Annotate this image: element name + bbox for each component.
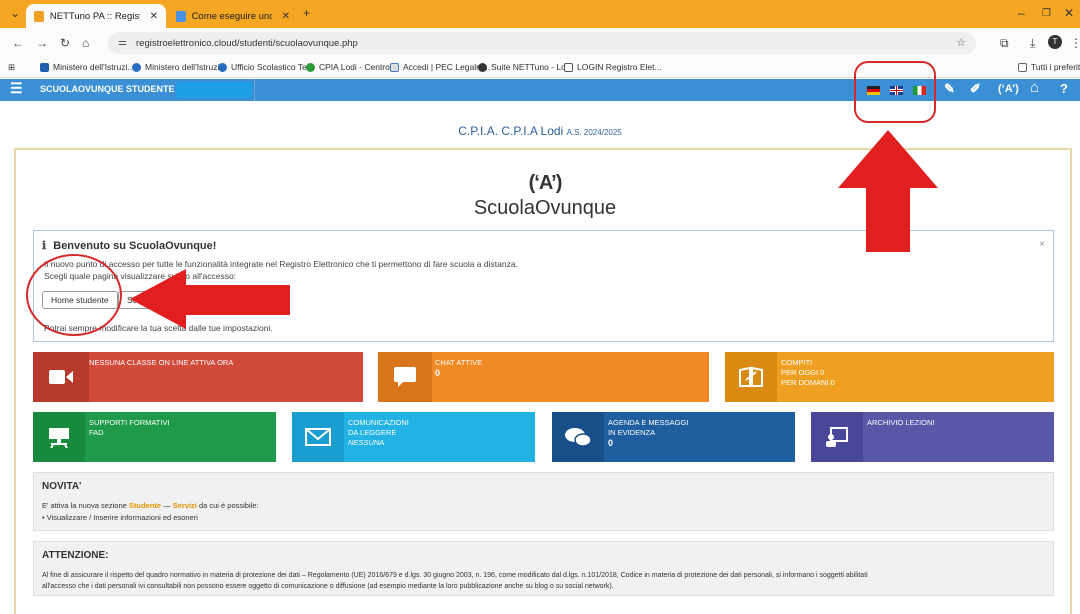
home-button-highlight-circle [26, 254, 122, 336]
tile-text: COMUNICAZIONI DA LEGGERE NESSUNA [348, 418, 409, 447]
extensions-icon[interactable]: ⧉ [1000, 36, 1009, 51]
browser-tab-bar: ⌄ NETTuno PA :: Registro Elettroni ✕ Com… [0, 0, 1080, 28]
tile-text: COMPITI PER OGGI 0 PER DOMANI 0 [781, 358, 835, 387]
cpia-favicon-icon [306, 62, 315, 72]
novita-heading: NOVITA' [42, 481, 82, 492]
video-camera-icon [33, 352, 89, 402]
edit-icon[interactable]: ✐ [970, 81, 981, 97]
novita-text: E' attiva la nuova sezione Studente — Se… [42, 501, 259, 510]
suite-favicon-icon [478, 62, 487, 72]
red-arrow-left-annotation [130, 269, 290, 329]
servizi-link[interactable]: Servizi [173, 501, 197, 510]
speech-bubbles-icon [552, 412, 604, 462]
tile-text: CHAT ATTIVE 0 [435, 358, 483, 378]
all-bookmarks[interactable]: Tutti i preferiti [1018, 62, 1080, 72]
welcome-heading: ℹ Benvenuto su ScuolaOvunque! [42, 240, 217, 252]
tile-agenda-messaggi[interactable]: AGENDA E MESSAGGI IN EVIDENZA 0 [552, 412, 795, 462]
attenzione-heading: ATTENZIONE: [42, 550, 109, 561]
bookmark-item[interactable]: Accedi | PEC Legalm... [390, 62, 490, 72]
close-window-icon[interactable]: ✕ [1064, 6, 1074, 20]
bookmark-item[interactable]: Suite NETTuno - Lo... [478, 62, 573, 72]
browser-menu-icon[interactable]: ⋮ [1070, 36, 1080, 50]
tab-label: Come eseguire uno screenshot [191, 10, 272, 22]
school-year: A.S. 2024/2025 [566, 128, 622, 137]
info-icon: ℹ [42, 240, 47, 252]
logo-name: ScuolaOvunque [473, 197, 617, 219]
welcome-text-1: Il nuovo punto di accesso per tutte le f… [44, 259, 518, 269]
chat-bubble-icon [378, 352, 432, 402]
usr-favicon-icon [218, 62, 227, 72]
bookmark-item[interactable]: Ufficio Scolastico Te... [218, 62, 314, 72]
minimize-icon[interactable]: – [1018, 6, 1025, 20]
tile-text: SUPPORTI FORMATIVI FAD [89, 418, 170, 437]
nettuno-favicon-icon [34, 10, 44, 22]
page-favicon-icon [176, 10, 186, 22]
tile-supporti-formativi[interactable]: SUPPORTI FORMATIVI FAD [33, 412, 276, 462]
tile-archivio-lezioni[interactable]: ARCHIVIO LEZIONI [811, 412, 1054, 462]
divider [254, 79, 255, 101]
url-bar[interactable]: ⚌ registroelettronico.cloud/studenti/scu… [108, 32, 976, 54]
flags-highlight-circle [854, 61, 936, 123]
download-icon[interactable]: ⤓ [1030, 36, 1035, 51]
browser-toolbar: ← → ↻ ⌂ ⚌ registroelettronico.cloud/stud… [0, 28, 1080, 58]
pec-favicon-icon [390, 62, 399, 72]
attenzione-text-2: all'accesso che i dati personali ivi con… [42, 583, 614, 590]
tab-registro[interactable]: NETTuno PA :: Registro Elettroni ✕ [26, 4, 166, 28]
new-tab-icon[interactable]: + [303, 6, 310, 20]
bookmark-item[interactable]: LOGIN Registro Elet... [564, 62, 662, 72]
tile-text: AGENDA E MESSAGGI IN EVIDENZA 0 [608, 418, 689, 448]
school-name: C.P.I.A. C.P.I.A Lodi [458, 124, 564, 138]
tile-text: NESSUNA CLASSE ON LINE ATTIVA ORA [89, 358, 234, 367]
tile-chat-attive[interactable]: CHAT ATTIVE 0 [378, 352, 709, 402]
chat-count: 0 [435, 368, 441, 378]
home-icon[interactable]: ⌂ [1030, 79, 1039, 96]
tile-text: ARCHIVIO LEZIONI [867, 418, 935, 427]
hamburger-menu-icon[interactable]: ☰ [10, 80, 23, 97]
bookmark-item[interactable]: Ministero dell'Istruzi... [40, 62, 134, 72]
studente-link[interactable]: Studente [129, 501, 161, 510]
attenzione-panel: ATTENZIONE: Al fine di assicurare il ris… [33, 541, 1054, 596]
envelope-icon [292, 412, 344, 462]
tile-comunicazioni[interactable]: COMUNICAZIONI DA LEGGERE NESSUNA [292, 412, 535, 462]
lesson-archive-icon [811, 412, 863, 462]
bookmark-item[interactable]: Ministero dell'Istruzi... [132, 62, 226, 72]
homework-book-icon [725, 352, 777, 402]
attenzione-text-1: Al fine di assicurare il rispetto del qu… [42, 572, 868, 579]
tile-classi-online[interactable]: NESSUNA CLASSE ON LINE ATTIVA ORA [33, 352, 363, 402]
novita-panel: NOVITA' E' attiva la nuova sezione Stude… [33, 472, 1054, 531]
register-book-icon[interactable]: ✎ [944, 81, 955, 97]
scuolaovunque-logo: (‘A’) ScuolaOvunque [470, 172, 620, 220]
profile-avatar[interactable]: T [1048, 35, 1062, 49]
nav-scuolaovunque[interactable]: SCUOLAOVUNQUE [40, 84, 124, 94]
close-tab-icon[interactable]: ✕ [282, 11, 290, 22]
login-favicon-icon [564, 62, 573, 72]
home-icon[interactable]: ⌂ [82, 36, 89, 50]
user-name-redacted [176, 82, 252, 98]
logo-mark: (‘A’) [528, 172, 563, 194]
nav-studente[interactable]: STUDENTE [126, 84, 175, 94]
presentation-board-icon [33, 412, 85, 462]
url-text: registroelettronico.cloud/studenti/scuol… [136, 37, 358, 49]
ministero-favicon-icon [40, 62, 49, 72]
tab-screenshot[interactable]: Come eseguire uno screenshot ✕ [168, 4, 298, 28]
bookmark-item[interactable]: CPIA Lodi - Centro... [306, 62, 397, 72]
help-icon[interactable]: ? [1060, 81, 1068, 96]
site-info-icon[interactable]: ⚌ [118, 37, 127, 48]
forward-icon[interactable]: → [36, 36, 48, 50]
scuolaovunque-icon[interactable]: (‘A’) [998, 83, 1019, 95]
close-tab-icon[interactable]: ✕ [150, 11, 158, 22]
back-icon[interactable]: ← [12, 36, 24, 50]
tab-label: NETTuno PA :: Registro Elettroni [49, 10, 140, 22]
red-arrow-up-annotation [838, 130, 938, 252]
bookmark-star-icon[interactable]: ☆ [956, 36, 966, 49]
apps-grid-icon[interactable]: ⊞ [8, 62, 15, 73]
tab-list-icon[interactable]: ⌄ [10, 6, 20, 20]
restore-icon[interactable]: ❐ [1042, 8, 1051, 19]
folder-icon [1018, 62, 1027, 72]
tile-compiti[interactable]: COMPITI PER OGGI 0 PER DOMANI 0 [725, 352, 1054, 402]
ministero-favicon-icon [132, 62, 141, 72]
close-icon[interactable]: × [1039, 239, 1045, 250]
reload-icon[interactable]: ↻ [60, 36, 70, 50]
novita-bullet: • Visualizzare / Inserire informazioni e… [42, 513, 198, 522]
